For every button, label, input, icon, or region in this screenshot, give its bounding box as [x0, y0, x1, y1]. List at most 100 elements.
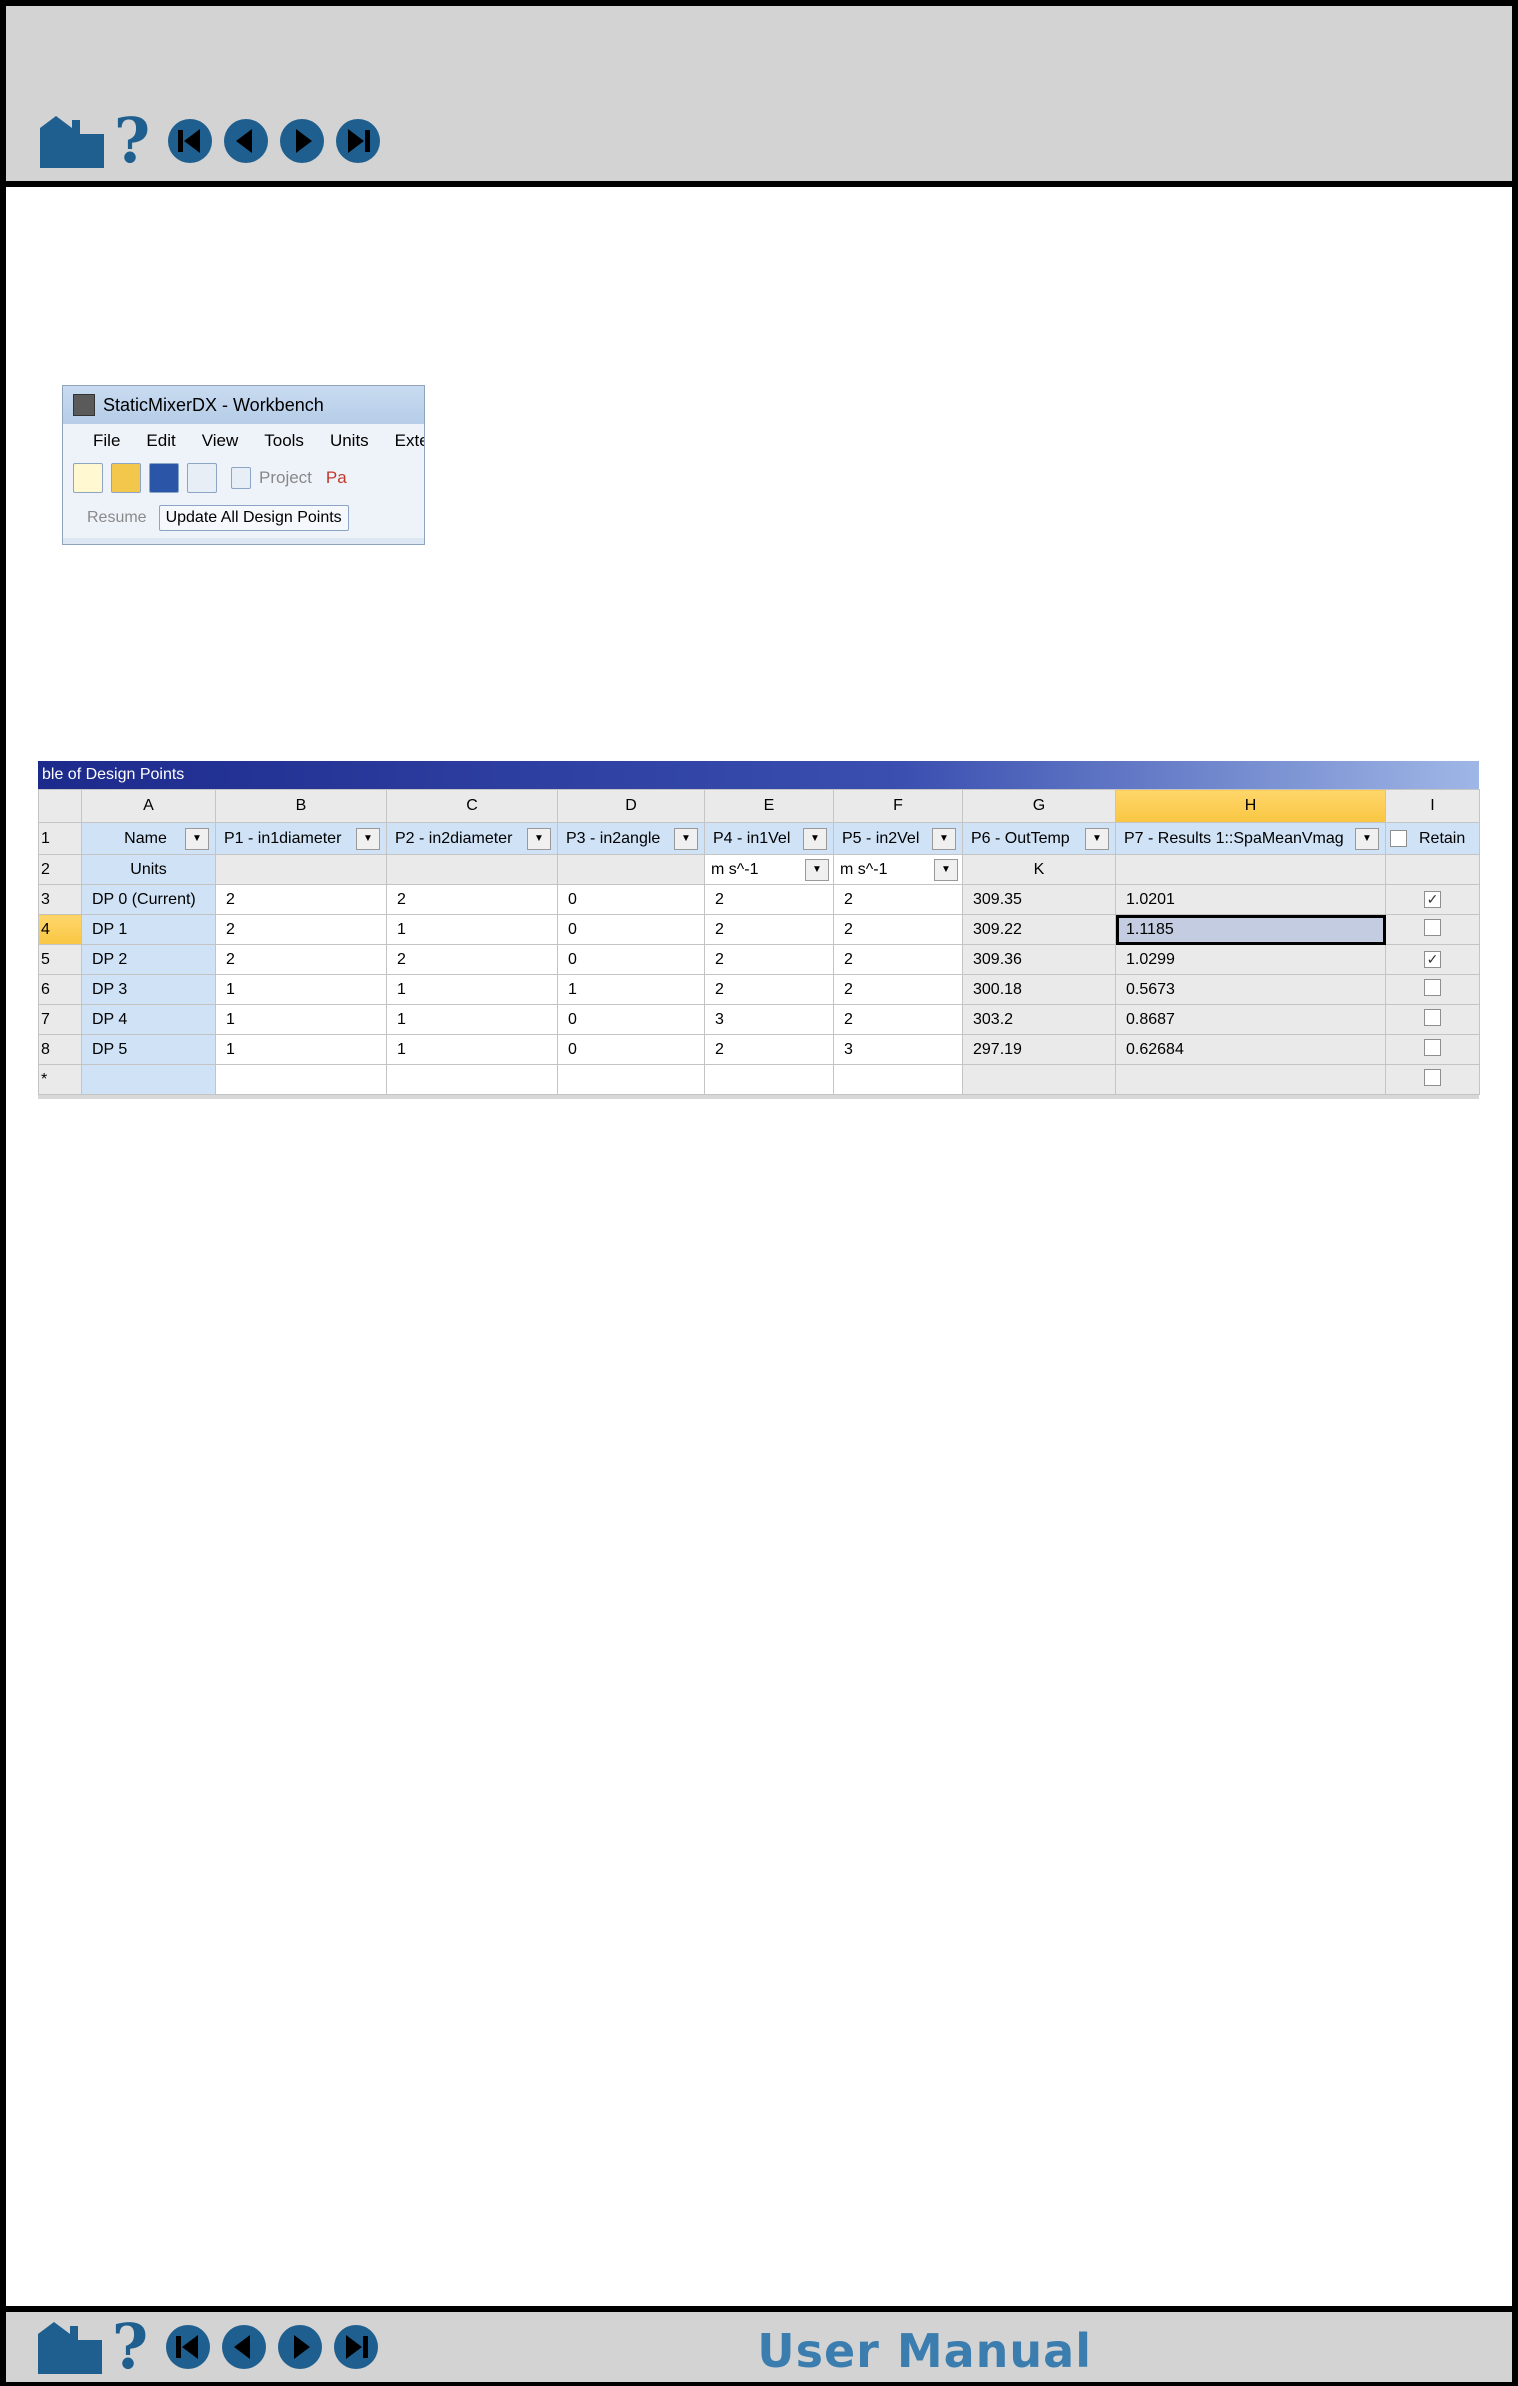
first-page-icon[interactable] — [166, 117, 214, 165]
last-page-icon[interactable] — [332, 2323, 380, 2371]
retain-checkbox[interactable]: ✓ — [1424, 950, 1441, 968]
table-cell[interactable]: 0 — [557, 944, 705, 975]
dp-name-cell[interactable]: DP 1 — [81, 914, 216, 945]
table-cell[interactable]: 1 — [215, 974, 387, 1005]
help-icon[interactable]: ? — [106, 110, 158, 172]
table-cell[interactable] — [386, 1064, 558, 1095]
table-cell[interactable]: 2 — [833, 974, 963, 1005]
table-cell[interactable] — [704, 1064, 834, 1095]
new-dp-name-cell[interactable] — [81, 1064, 216, 1095]
retain-checkbox[interactable] — [1424, 1008, 1441, 1026]
column-header-d[interactable]: D — [557, 789, 705, 823]
table-cell[interactable]: 1 — [386, 1004, 558, 1035]
dropdown-arrow-icon[interactable]: ▼ — [527, 827, 551, 850]
table-cell[interactable]: 0 — [557, 914, 705, 945]
table-cell[interactable]: 0 — [557, 1004, 705, 1035]
update-all-design-points-button[interactable]: Update All Design Points — [158, 505, 349, 531]
import-icon[interactable] — [187, 463, 217, 493]
previous-page-icon[interactable] — [220, 2323, 268, 2371]
dropdown-arrow-icon[interactable]: ▼ — [356, 827, 380, 850]
table-cell[interactable]: 0 — [557, 884, 705, 915]
previous-page-icon[interactable] — [222, 117, 270, 165]
table-cell[interactable]: 2 — [704, 884, 834, 915]
table-cell[interactable] — [833, 1064, 963, 1095]
menu-extensions[interactable]: Exte — [395, 431, 424, 451]
last-page-icon[interactable] — [334, 117, 382, 165]
table-cell[interactable]: 2 — [833, 944, 963, 975]
retain-checkbox[interactable] — [1424, 978, 1441, 996]
table-cell[interactable]: 3 — [833, 1034, 963, 1065]
table-cell[interactable]: 2 — [704, 1034, 834, 1065]
next-page-icon[interactable] — [276, 2323, 324, 2371]
dropdown-arrow-icon[interactable]: ▼ — [1355, 827, 1379, 850]
dp-name-cell[interactable]: DP 2 — [81, 944, 216, 975]
table-cell: 309.35 — [962, 884, 1116, 915]
menu-edit[interactable]: Edit — [146, 431, 175, 451]
save-icon[interactable] — [149, 463, 179, 493]
column-header-b[interactable]: B — [215, 789, 387, 823]
menu-file[interactable]: File — [93, 431, 120, 451]
next-page-icon[interactable] — [278, 117, 326, 165]
column-header-i[interactable]: I — [1385, 789, 1480, 823]
retain-checkbox[interactable]: ✓ — [1424, 890, 1441, 908]
home-icon[interactable] — [36, 2320, 104, 2374]
dropdown-arrow-icon[interactable]: ▼ — [1085, 827, 1109, 850]
table-cell[interactable]: 1 — [557, 974, 705, 1005]
retain-checkbox[interactable] — [1424, 918, 1441, 936]
table-cell[interactable]: 2 — [215, 944, 387, 975]
tab-parameters[interactable]: Pa — [326, 468, 347, 488]
table-cell[interactable]: 2 — [833, 914, 963, 945]
column-header-g[interactable]: G — [962, 789, 1116, 823]
table-cell[interactable]: 2 — [704, 944, 834, 975]
table-cell[interactable]: 1 — [386, 914, 558, 945]
dropdown-arrow-icon[interactable]: ▼ — [805, 858, 829, 881]
retain-cell — [1385, 1004, 1480, 1035]
table-cell[interactable]: 2 — [704, 914, 834, 945]
dp-name-cell[interactable]: DP 0 (Current) — [81, 884, 216, 915]
retain-all-checkbox[interactable] — [1390, 830, 1407, 847]
table-cell[interactable]: 1 — [386, 974, 558, 1005]
table-cell[interactable]: 1 — [386, 1034, 558, 1065]
table-cell[interactable]: 2 — [215, 884, 387, 915]
table-cell[interactable]: 1 — [215, 1004, 387, 1035]
column-header-e[interactable]: E — [704, 789, 834, 823]
menu-tools[interactable]: Tools — [264, 431, 304, 451]
resume-button[interactable]: Resume — [87, 509, 147, 527]
table-cell[interactable] — [557, 1064, 705, 1095]
retain-checkbox[interactable] — [1424, 1038, 1441, 1056]
dropdown-arrow-icon[interactable]: ▼ — [932, 827, 956, 850]
dp-name-cell[interactable]: DP 5 — [81, 1034, 216, 1065]
column-header-c[interactable]: C — [386, 789, 558, 823]
dp-name-cell[interactable]: DP 3 — [81, 974, 216, 1005]
unit-select-f[interactable]: m s^-1 ▼ — [833, 854, 963, 885]
menu-units[interactable]: Units — [330, 431, 369, 451]
column-header-h[interactable]: H — [1115, 789, 1386, 823]
dropdown-arrow-icon[interactable]: ▼ — [185, 827, 209, 850]
column-header-f[interactable]: F — [833, 789, 963, 823]
selected-cell[interactable]: 1.1185 — [1115, 914, 1386, 945]
dp-name-cell[interactable]: DP 4 — [81, 1004, 216, 1035]
open-folder-icon[interactable] — [111, 463, 141, 493]
table-cell[interactable]: 2 — [215, 914, 387, 945]
home-icon[interactable] — [38, 114, 106, 168]
retain-checkbox[interactable] — [1424, 1068, 1441, 1086]
menu-view[interactable]: View — [202, 431, 239, 451]
unit-select-e[interactable]: m s^-1 ▼ — [704, 854, 834, 885]
new-file-icon[interactable] — [73, 463, 103, 493]
table-cell[interactable]: 2 — [833, 1004, 963, 1035]
dropdown-arrow-icon[interactable]: ▼ — [934, 858, 958, 881]
help-icon[interactable]: ? — [104, 2316, 156, 2378]
dropdown-arrow-icon[interactable]: ▼ — [803, 827, 827, 850]
dropdown-arrow-icon[interactable]: ▼ — [674, 827, 698, 850]
table-cell[interactable]: 2 — [386, 884, 558, 915]
table-cell[interactable]: 3 — [704, 1004, 834, 1035]
table-cell[interactable]: 2 — [704, 974, 834, 1005]
table-cell[interactable]: 0 — [557, 1034, 705, 1065]
column-header-a[interactable]: A — [81, 789, 216, 823]
tab-project[interactable]: Project — [231, 467, 312, 489]
table-cell[interactable] — [215, 1064, 387, 1095]
table-cell[interactable]: 2 — [833, 884, 963, 915]
first-page-icon[interactable] — [164, 2323, 212, 2371]
table-cell[interactable]: 1 — [215, 1034, 387, 1065]
table-cell[interactable]: 2 — [386, 944, 558, 975]
